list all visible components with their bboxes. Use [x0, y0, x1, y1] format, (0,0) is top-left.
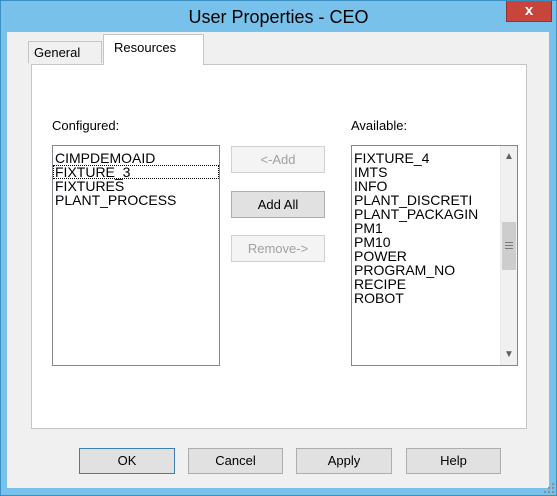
- list-item[interactable]: FIXTURE_4: [352, 151, 500, 165]
- list-item[interactable]: IMTS: [352, 165, 500, 179]
- grip-line: [505, 248, 513, 249]
- resize-grip-icon[interactable]: [543, 482, 555, 494]
- list-item[interactable]: PM10: [352, 235, 500, 249]
- add-button[interactable]: <-Add: [231, 146, 325, 173]
- window-title: User Properties - CEO: [188, 7, 369, 27]
- available-label: Available:: [351, 118, 408, 133]
- list-item[interactable]: FIXTURES: [53, 179, 219, 193]
- configured-label: Configured:: [52, 118, 120, 133]
- remove-button[interactable]: Remove->: [231, 235, 325, 262]
- tab-resources[interactable]: Resources: [103, 34, 204, 65]
- list-item[interactable]: PM1: [352, 221, 500, 235]
- available-listbox[interactable]: FIXTURE_4 IMTS INFO PLANT_DISCRETI PLANT…: [351, 145, 518, 366]
- scrollbar-thumb[interactable]: [502, 222, 516, 270]
- list-item[interactable]: PLANT_PACKAGIN: [352, 207, 500, 221]
- apply-button[interactable]: Apply: [296, 448, 392, 474]
- list-item[interactable]: POWER: [352, 249, 500, 263]
- configured-listbox[interactable]: CIMPDEMOAID FIXTURE_3 FIXTURES PLANT_PRO…: [52, 145, 220, 366]
- grip-line: [505, 242, 513, 243]
- available-scrollbar[interactable]: ▲ ▼: [500, 146, 517, 365]
- help-button[interactable]: Help: [406, 448, 501, 474]
- list-item[interactable]: FIXTURE_3: [53, 165, 219, 179]
- add-all-button[interactable]: Add All: [231, 191, 325, 218]
- tab-general[interactable]: General: [28, 41, 102, 63]
- list-item[interactable]: PROGRAM_NO: [352, 263, 500, 277]
- grip-line: [505, 245, 513, 246]
- list-item[interactable]: PLANT_DISCRETI: [352, 193, 500, 207]
- list-item[interactable]: RECIPE: [352, 277, 500, 291]
- list-item[interactable]: INFO: [352, 179, 500, 193]
- cancel-button[interactable]: Cancel: [188, 448, 283, 474]
- ok-button[interactable]: OK: [79, 448, 175, 474]
- close-button[interactable]: x: [506, 1, 552, 22]
- chevron-down-icon[interactable]: ▼: [501, 346, 517, 363]
- configured-list: CIMPDEMOAID FIXTURE_3 FIXTURES PLANT_PRO…: [53, 146, 219, 207]
- list-item[interactable]: CIMPDEMOAID: [53, 151, 219, 165]
- available-list: FIXTURE_4 IMTS INFO PLANT_DISCRETI PLANT…: [352, 146, 500, 305]
- list-item[interactable]: ROBOT: [352, 291, 500, 305]
- chevron-up-icon[interactable]: ▲: [501, 148, 517, 165]
- list-item[interactable]: PLANT_PROCESS: [53, 193, 219, 207]
- title-bar[interactable]: User Properties - CEO x: [1, 1, 556, 33]
